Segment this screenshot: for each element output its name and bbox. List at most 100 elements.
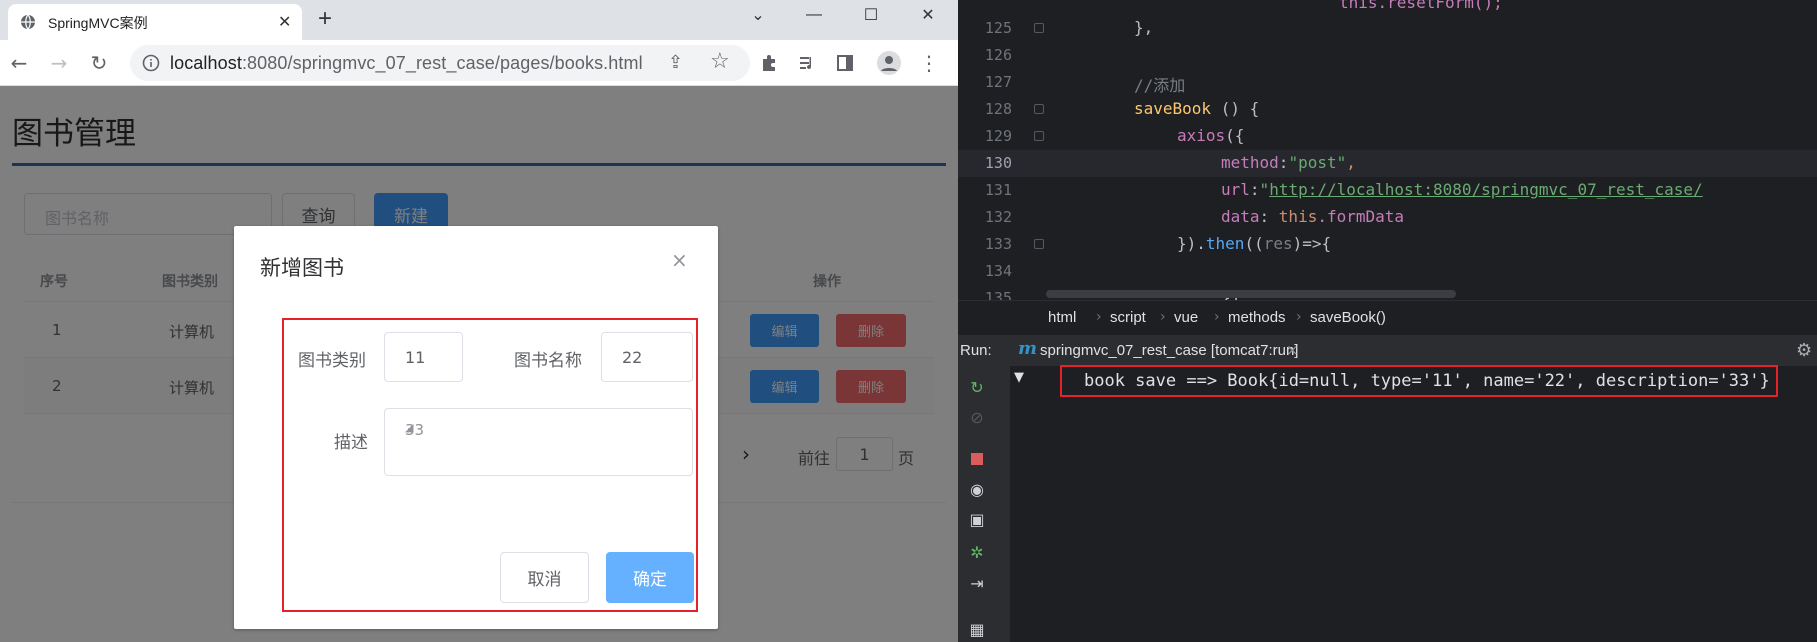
type-input[interactable]: 11 — [384, 332, 463, 382]
maven-icon: m — [1018, 338, 1038, 359]
code-text: url:"http://localhost:8080/springmvc_07_… — [1221, 180, 1703, 199]
forward-icon[interactable]: → — [44, 48, 74, 78]
code-text: axios({ — [1177, 126, 1244, 145]
code-comment: //添加 — [1134, 76, 1186, 95]
star-icon[interactable]: ☆ — [710, 49, 730, 74]
collapse-triangle-icon[interactable]: ▼ — [1014, 370, 1024, 385]
code-token: }, — [1134, 18, 1154, 37]
eye-icon[interactable]: ◉ — [966, 478, 988, 500]
info-icon[interactable] — [142, 54, 160, 72]
code-line: 128 saveBook () { — [958, 96, 1817, 123]
share-icon[interactable]: ⇪ — [668, 52, 683, 73]
description-textarea[interactable]: 33 ◢ — [384, 408, 693, 476]
line-number: 133 — [984, 235, 1012, 253]
code-text: }, — [1134, 18, 1153, 37]
tab-search-icon[interactable]: ⌄ — [735, 0, 781, 30]
close-icon[interactable]: × — [671, 248, 688, 272]
profile-icon[interactable] — [874, 48, 904, 78]
code-token: : — [1278, 153, 1289, 172]
tab-title: SpringMVC案例 — [48, 15, 148, 31]
line-number: 125 — [984, 19, 1012, 37]
code-token: " — [1259, 180, 1270, 199]
code-token: (( — [1244, 234, 1264, 253]
extensions-icon[interactable] — [754, 48, 784, 78]
breadcrumb-separator-icon: › — [1296, 309, 1302, 325]
run-config-tab[interactable]: m springmvc_07_rest_case [tomcat7:run] × — [1014, 335, 1304, 367]
run-tab-name: springmvc_07_rest_case [tomcat7:run] — [1040, 342, 1299, 359]
fold-marker-icon[interactable] — [1034, 104, 1044, 114]
run-label: Run: — [960, 342, 992, 359]
new-tab-button[interactable]: + — [318, 5, 332, 33]
globe-icon — [21, 14, 35, 30]
media-icon[interactable] — [792, 48, 822, 78]
name-label: 图书名称 — [514, 351, 582, 371]
address-bar[interactable]: localhost:8080/springmvc_07_rest_case/pa… — [130, 45, 750, 81]
breadcrumb-item[interactable]: methods — [1228, 309, 1286, 326]
menu-icon[interactable]: ⋮ — [914, 48, 944, 78]
code-line: 127 //添加 — [958, 69, 1817, 96]
gear-icon[interactable]: ⚙ — [1796, 340, 1812, 361]
breadcrumb-separator-icon: › — [1096, 309, 1102, 325]
stop-rerun-icon[interactable]: ⊘ — [966, 406, 988, 428]
type-label: 图书类别 — [298, 351, 366, 371]
reload-icon[interactable]: ↻ — [84, 48, 114, 78]
tab-close-icon[interactable]: ✕ — [278, 12, 291, 31]
code-line: 129 axios({ — [958, 123, 1817, 150]
run-panel-header: Run: m springmvc_07_rest_case [tomcat7:r… — [958, 334, 1817, 366]
run-tab-close-icon[interactable]: × — [1286, 341, 1299, 359]
code-text: method:"post", — [1221, 153, 1356, 172]
window-close-button[interactable]: ✕ — [905, 0, 951, 30]
bug-icon[interactable]: ✲ — [966, 541, 988, 563]
exit-icon[interactable]: ⇥ — [966, 572, 988, 594]
breadcrumb-item[interactable]: vue — [1174, 309, 1198, 326]
breadcrumb-item[interactable]: html — [1048, 309, 1076, 326]
stop-icon[interactable] — [966, 448, 988, 470]
code-token: ({ — [1225, 126, 1245, 145]
code-token: "post" — [1288, 153, 1347, 172]
rerun-icon[interactable]: ↻ — [966, 376, 988, 398]
browser-toolbar: ← → ↻ localhost:8080/springmvc_07_rest_c… — [0, 40, 958, 86]
layout-icon[interactable]: ▦ — [966, 618, 988, 640]
back-icon[interactable]: ← — [4, 48, 34, 78]
code-token: saveBook — [1134, 99, 1212, 118]
fold-marker-icon[interactable] — [1034, 131, 1044, 141]
cancel-button[interactable]: 取消 — [500, 552, 589, 603]
code-text: }).then((res)=>{ — [1177, 234, 1331, 253]
code-token: }). — [1177, 234, 1206, 253]
code-token: method — [1221, 153, 1279, 172]
fold-marker-icon[interactable] — [1034, 239, 1044, 249]
code-token: then — [1205, 234, 1245, 253]
code-editor[interactable]: this.resetForm(); 125 }, 126 127 //添加 12… — [958, 0, 1817, 300]
breadcrumb-item[interactable]: saveBook() — [1310, 309, 1386, 326]
maximize-button[interactable]: ☐ — [848, 0, 894, 30]
browser-tab[interactable]: SpringMVC案例 ✕ — [8, 4, 302, 40]
line-number: 132 — [984, 208, 1012, 226]
dialog-title: 新增图书 — [260, 256, 344, 280]
tab-strip: SpringMVC案例 ✕ + ⌄ — ☐ ✕ — [0, 0, 958, 40]
horizontal-scrollbar[interactable] — [1046, 290, 1456, 298]
camera-icon[interactable]: ▣ — [966, 508, 988, 530]
code-token: data — [1221, 207, 1260, 226]
code-line: 131 url:"http://localhost:8080/springmvc… — [958, 177, 1817, 204]
console-output[interactable]: ▼ book save ==> Book{id=null, type='11',… — [1010, 365, 1817, 642]
fold-marker-icon[interactable] — [1034, 23, 1044, 33]
code-line: 134 — [958, 258, 1817, 285]
minimize-button[interactable]: — — [791, 0, 837, 30]
add-book-dialog: 新增图书 × 图书类别 11 图书名称 22 描述 33 ◢ 取消 确定 — [234, 226, 718, 629]
confirm-button[interactable]: 确定 — [606, 552, 694, 603]
line-number: 130 — [984, 154, 1012, 172]
url-host: localhost — [170, 53, 242, 73]
code-token: : — [1249, 180, 1260, 199]
browser-window: SpringMVC案例 ✕ + ⌄ — ☐ ✕ ← → ↻ localhost:… — [0, 0, 958, 642]
line-number: 128 — [984, 100, 1012, 118]
console-highlight-box: book save ==> Book{id=null, type='11', n… — [1060, 365, 1778, 397]
code-link[interactable]: http://localhost:8080/springmvc_07_rest_… — [1269, 180, 1702, 199]
name-input[interactable]: 22 — [601, 332, 693, 382]
code-line: 126 — [958, 42, 1817, 69]
code-token: .formData — [1317, 207, 1405, 226]
run-toolbar: ↻ ⊘ ◉ ▣ ✲ ⇥ ▦ — [958, 366, 1010, 642]
breadcrumb-item[interactable]: script — [1110, 309, 1146, 326]
resize-grip-icon[interactable]: ◢ — [405, 421, 689, 473]
sidepanel-icon[interactable] — [830, 48, 860, 78]
code-token: )=>{ — [1292, 234, 1332, 253]
